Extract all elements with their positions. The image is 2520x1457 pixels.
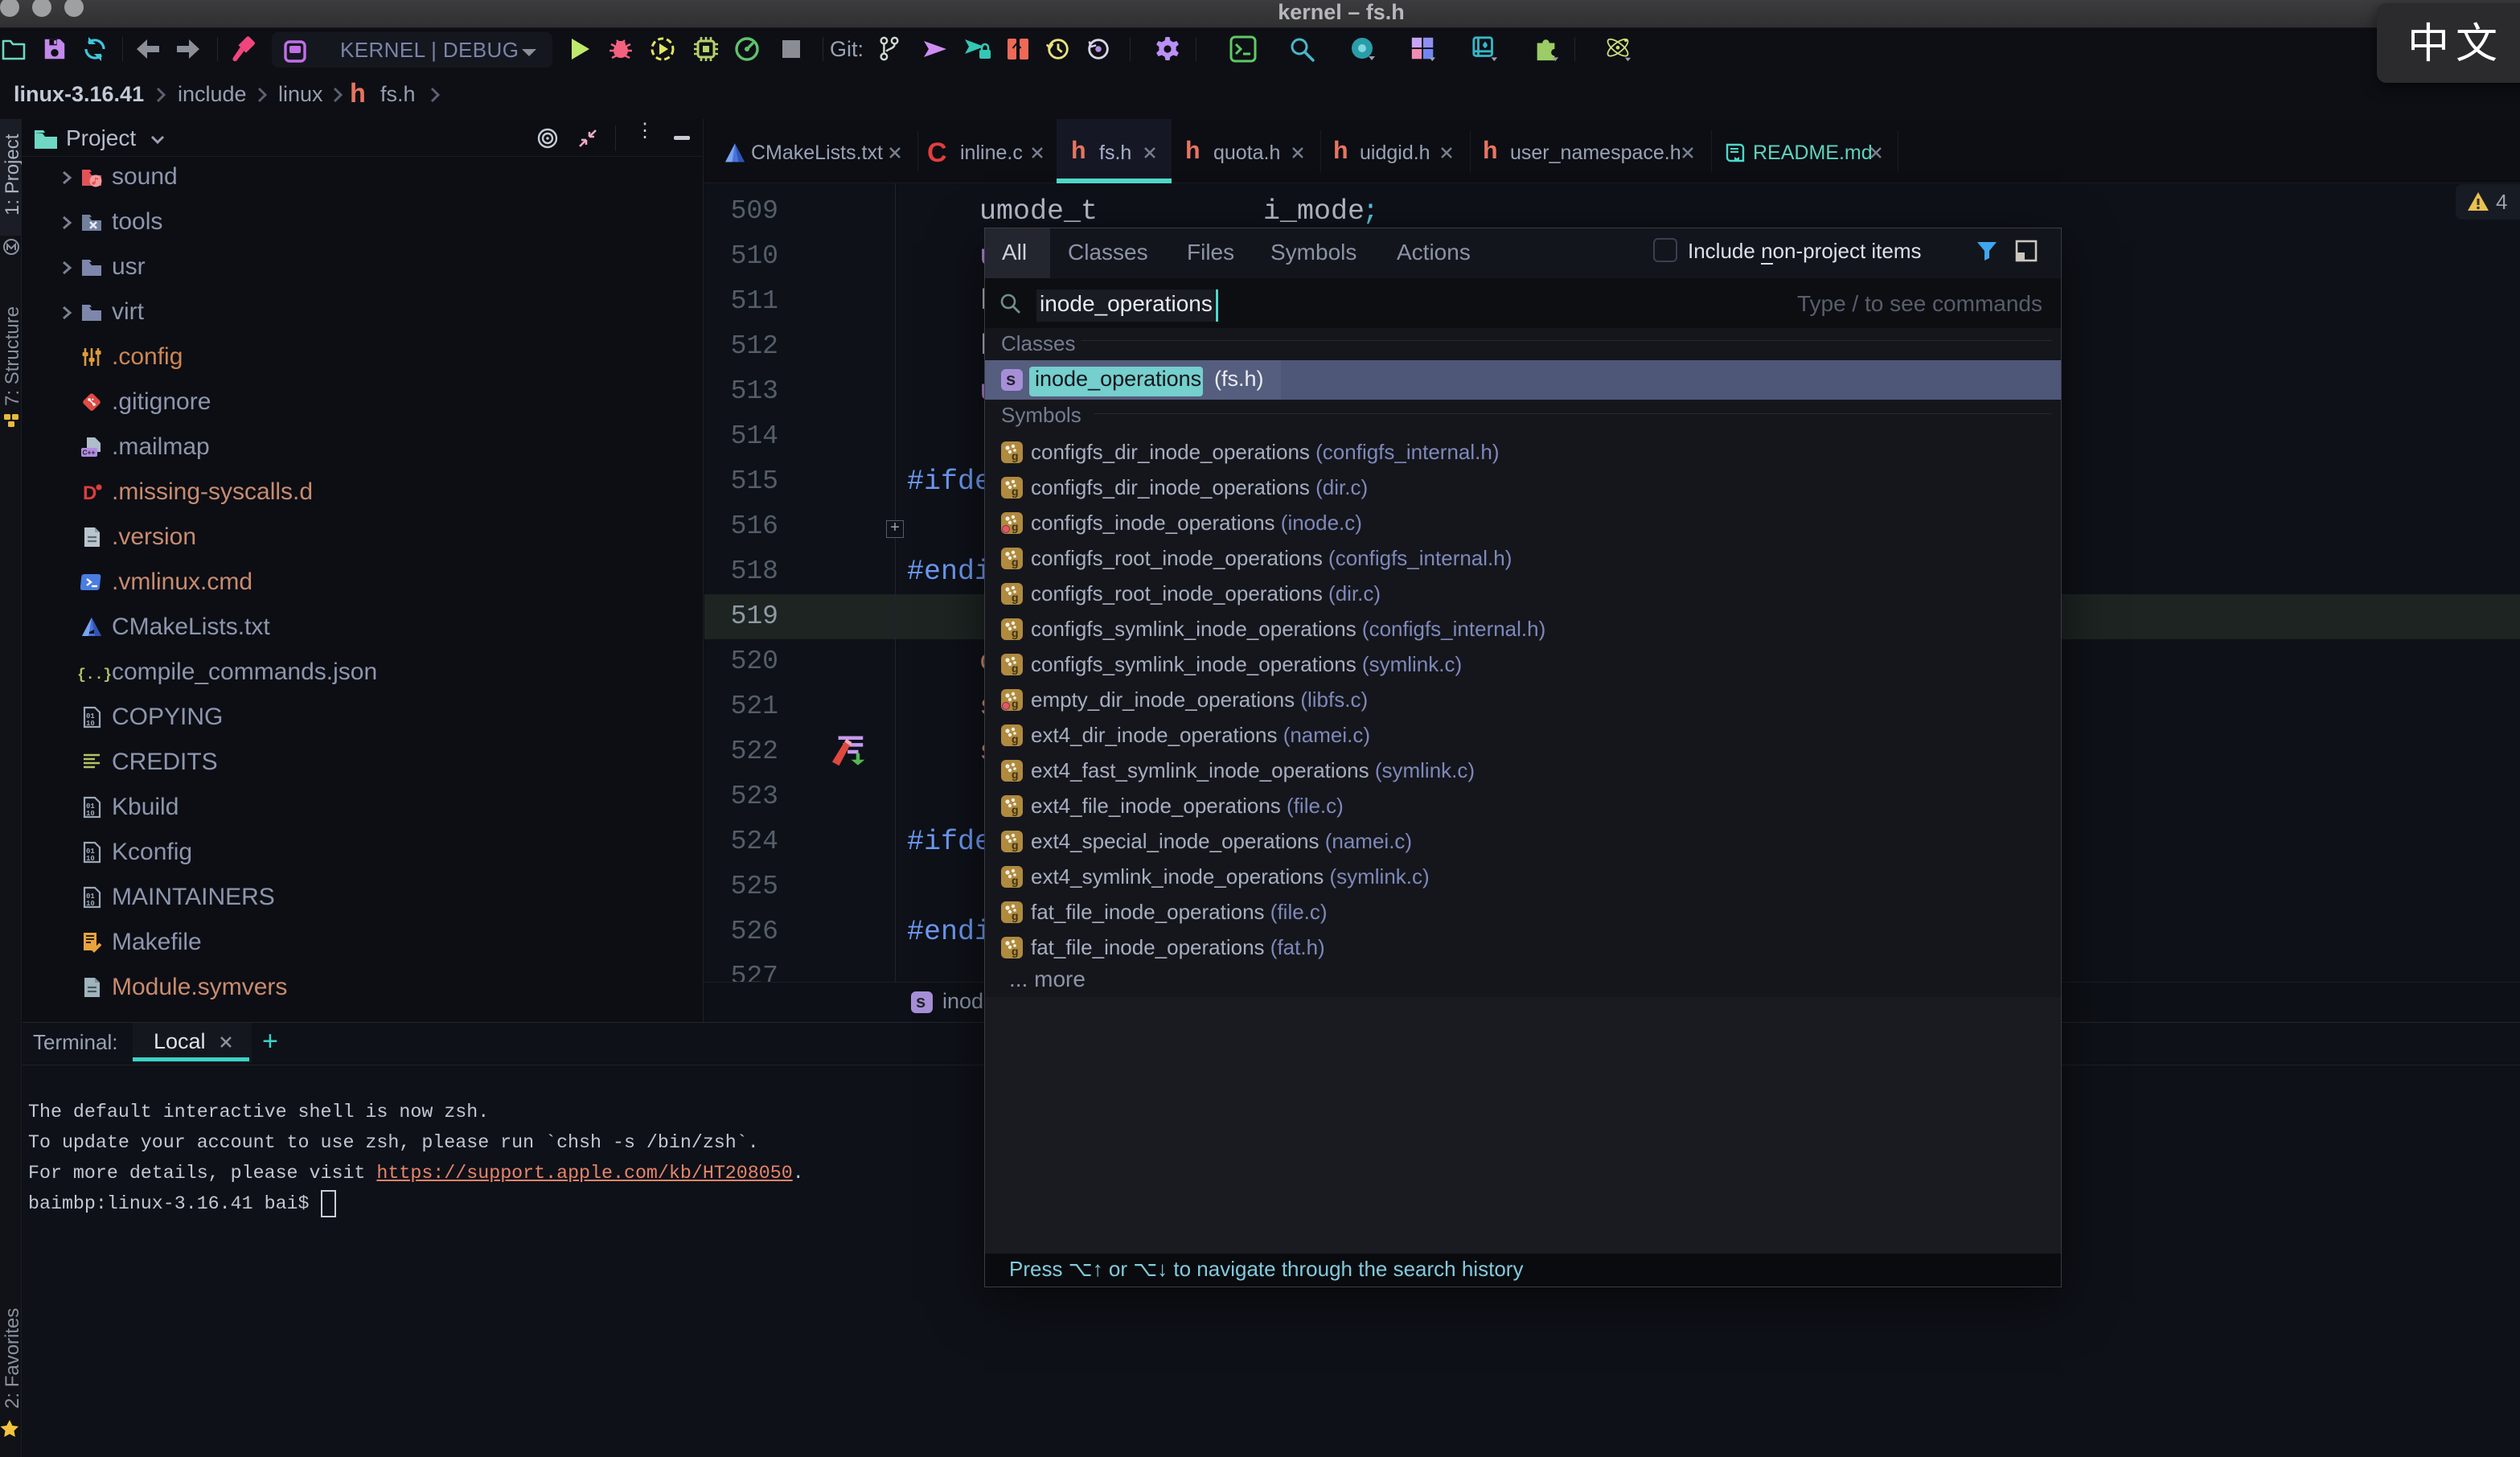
svg-text:g: g [1012, 768, 1019, 781]
svg-text:{..}: {..} [77, 667, 111, 683]
svg-text:g: g [1012, 520, 1019, 533]
svg-text:g: g [1012, 556, 1019, 568]
svg-text:D: D [83, 482, 96, 503]
svg-text:g: g [1012, 697, 1019, 710]
svg-text:g: g [1012, 803, 1019, 816]
svg-text:10: 10 [86, 900, 95, 908]
svg-text:10: 10 [86, 720, 95, 728]
svg-text:g: g [1012, 945, 1019, 958]
svg-text:g: g [1012, 874, 1019, 887]
svg-text:g: g [1012, 591, 1019, 604]
svg-text:10: 10 [86, 855, 95, 863]
svg-text:10: 10 [86, 810, 95, 818]
svg-text:g: g [1012, 449, 1019, 462]
svg-text:g: g [1012, 662, 1019, 675]
svg-text:g: g [1012, 733, 1019, 745]
svg-text:g: g [1012, 839, 1019, 852]
svg-text:g: g [1012, 909, 1019, 922]
svg-text:C++: C++ [83, 449, 96, 457]
svg-text:g: g [1012, 485, 1019, 498]
svg-text:g: g [1012, 626, 1019, 639]
